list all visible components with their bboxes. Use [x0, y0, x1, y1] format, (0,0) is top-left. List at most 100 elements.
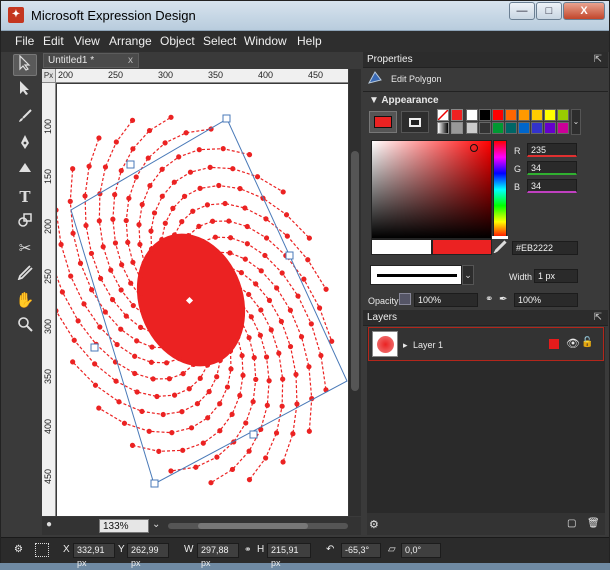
- layer-row[interactable]: ▸ Layer 1 👁 🔓: [368, 327, 604, 361]
- zoom-icon[interactable]: [13, 316, 37, 338]
- x-field[interactable]: 332,91 px: [73, 543, 115, 568]
- color-swatch[interactable]: [557, 122, 569, 134]
- layer-color-swatch[interactable]: [549, 339, 559, 349]
- swatch-grid: [466, 109, 570, 135]
- chevron-down-icon[interactable]: ⌄: [462, 265, 474, 285]
- menu-edit[interactable]: Edit: [43, 34, 64, 48]
- color-swatch[interactable]: [479, 109, 491, 121]
- color-swatch[interactable]: [531, 122, 543, 134]
- stroke-selector[interactable]: [401, 111, 429, 133]
- green-field[interactable]: 34: [527, 161, 577, 175]
- zoom-field[interactable]: 133%: [99, 519, 149, 533]
- width-field[interactable]: 297,88 px: [197, 543, 239, 568]
- rotation-field[interactable]: -65,3°: [341, 543, 381, 558]
- opacity-field[interactable]: 100%: [414, 293, 478, 307]
- menu-object[interactable]: Object: [160, 34, 195, 48]
- selection-handle[interactable]: [222, 114, 231, 123]
- drawing-canvas[interactable]: [57, 84, 348, 516]
- reference-point-icon[interactable]: [35, 543, 49, 557]
- gear-icon[interactable]: ⚙: [14, 544, 23, 555]
- close-button[interactable]: X: [563, 2, 605, 20]
- link-icon[interactable]: ⚭: [244, 544, 252, 555]
- swatch-dropdown-icon[interactable]: ⌄: [571, 109, 581, 135]
- hex-field[interactable]: #EB2222: [512, 241, 578, 255]
- vertical-scrollbar[interactable]: [349, 69, 361, 516]
- tab-untitled1[interactable]: Untitled1 * x: [43, 53, 139, 68]
- maximize-button[interactable]: □: [536, 2, 562, 20]
- color-swatch[interactable]: [518, 109, 530, 121]
- menu-help[interactable]: Help: [297, 34, 322, 48]
- color-swatch[interactable]: [544, 109, 556, 121]
- fill-icon[interactable]: [13, 160, 37, 182]
- selection-handle[interactable]: [126, 160, 135, 169]
- width-field[interactable]: 1 px: [534, 269, 578, 283]
- swatch[interactable]: [451, 122, 463, 134]
- polygon-artwork[interactable]: [57, 84, 348, 516]
- hue-slider[interactable]: [492, 140, 508, 239]
- color-swatch[interactable]: [479, 122, 491, 134]
- menu-select[interactable]: Select: [203, 34, 236, 48]
- shape-icon[interactable]: [13, 212, 37, 234]
- stroke-style-picker[interactable]: [370, 265, 462, 285]
- color-swatch[interactable]: [544, 122, 556, 134]
- spiral-node: [197, 185, 203, 191]
- expand-layer-icon[interactable]: ▸: [403, 340, 408, 351]
- expand-icon[interactable]: ⇱: [594, 52, 602, 68]
- none-swatch[interactable]: [437, 109, 449, 121]
- swatch[interactable]: [451, 109, 463, 121]
- y-field[interactable]: 262,99 px: [127, 543, 169, 568]
- horizontal-scrollbar[interactable]: [168, 523, 348, 529]
- stroke-opacity-field[interactable]: 100%: [514, 293, 578, 307]
- appearance-header[interactable]: ▼ Appearance: [369, 95, 439, 106]
- pen-icon[interactable]: [13, 134, 37, 156]
- visibility-eye-icon[interactable]: 👁: [566, 337, 580, 350]
- new-layer-icon[interactable]: ▢: [567, 518, 576, 529]
- expand-icon[interactable]: ⇱: [594, 310, 602, 326]
- scrollbar-thumb[interactable]: [351, 151, 359, 391]
- chevron-down-icon[interactable]: ⌄: [152, 519, 160, 530]
- menu-window[interactable]: Window: [244, 34, 287, 48]
- color-picker-cursor[interactable]: [470, 144, 478, 152]
- direct-select-icon[interactable]: [13, 80, 37, 102]
- fill-selector[interactable]: [369, 111, 397, 133]
- color-swatch[interactable]: [466, 122, 478, 134]
- lock-icon[interactable]: 🔓: [581, 337, 593, 348]
- color-field[interactable]: [371, 140, 492, 239]
- layer-name[interactable]: Layer 1: [413, 340, 443, 350]
- spiral-node: [230, 166, 236, 172]
- zoom-out-icon[interactable]: ●: [46, 519, 52, 530]
- red-field[interactable]: 235: [527, 143, 577, 157]
- minimize-button[interactable]: —: [509, 2, 535, 20]
- menu-arrange[interactable]: Arrange: [109, 34, 152, 48]
- close-tab-icon[interactable]: x: [128, 54, 133, 67]
- color-swatch[interactable]: [531, 109, 543, 121]
- gradient-swatch[interactable]: [437, 122, 449, 134]
- color-swatch[interactable]: [492, 109, 504, 121]
- link-icon[interactable]: ⚭: [485, 294, 493, 305]
- gear-icon[interactable]: ⚙: [369, 518, 379, 531]
- color-swatch[interactable]: [557, 109, 569, 121]
- height-field[interactable]: 215,91 px: [267, 543, 311, 568]
- selection-handle[interactable]: [285, 251, 294, 260]
- eyedropper-icon[interactable]: [493, 239, 507, 255]
- selection-handle[interactable]: [249, 430, 258, 439]
- hand-icon[interactable]: ✋: [13, 290, 37, 312]
- scrollbar-thumb[interactable]: [198, 523, 308, 529]
- color-swatch[interactable]: [505, 109, 517, 121]
- selection-handle[interactable]: [150, 479, 159, 488]
- text-icon[interactable]: T: [13, 186, 37, 208]
- color-swatch[interactable]: [505, 122, 517, 134]
- color-swatch[interactable]: [492, 122, 504, 134]
- color-swatch[interactable]: [518, 122, 530, 134]
- scissors-icon[interactable]: ✂: [13, 238, 37, 260]
- skew-field[interactable]: 0,0°: [401, 543, 441, 558]
- selection-arrow-icon[interactable]: [13, 54, 37, 76]
- blue-field[interactable]: 34: [527, 179, 577, 193]
- menu-view[interactable]: View: [74, 34, 100, 48]
- menu-file[interactable]: File: [15, 34, 34, 48]
- delete-layer-icon[interactable]: 🗑: [587, 518, 600, 529]
- eyedropper-icon[interactable]: [13, 264, 37, 286]
- selection-handle[interactable]: [90, 343, 99, 352]
- color-swatch[interactable]: [466, 109, 478, 121]
- brush-icon[interactable]: [13, 108, 37, 130]
